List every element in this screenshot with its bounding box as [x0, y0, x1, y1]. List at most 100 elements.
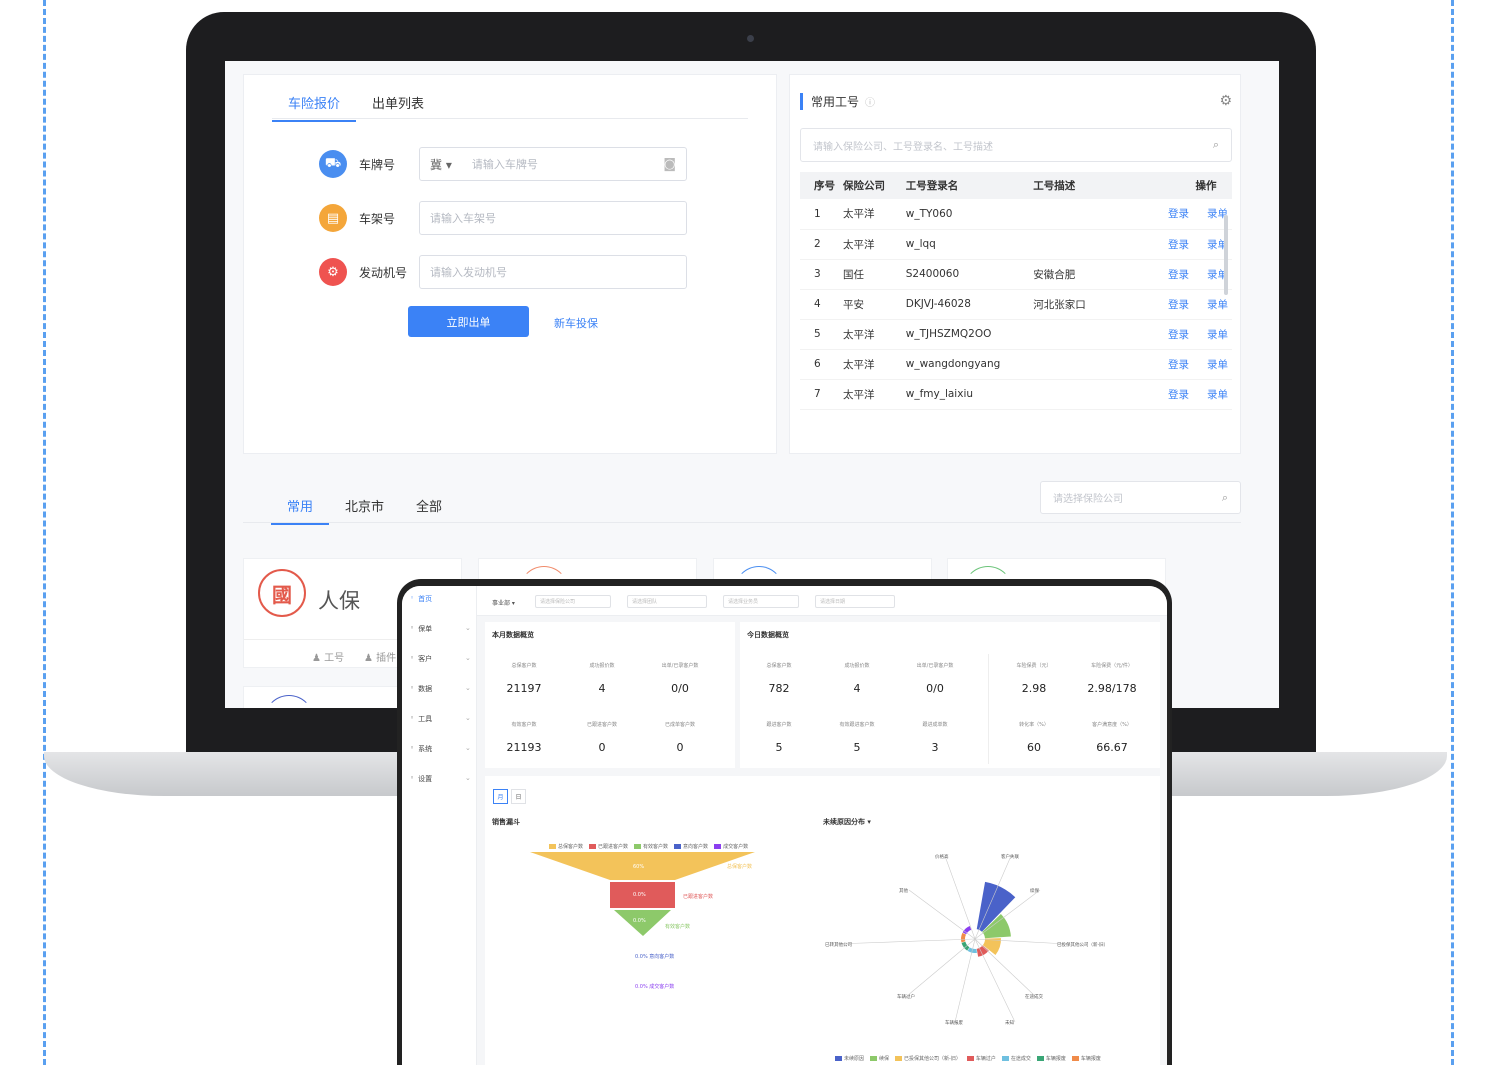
stat-value: 2.98 [1021, 682, 1047, 695]
company-tab-divider [243, 522, 1241, 523]
legend-item[interactable]: 在途成交 [1001, 1055, 1031, 1062]
sidebar-item-label: 客户 [418, 655, 433, 663]
sidebar-item[interactable]: ◦ 保单 ⌄ [410, 624, 471, 634]
tablet-sidebar: ◦ 首页 ◦ 保单 ⌄ ◦ 客户 ⌄ ◦ 数据 ⌄ ◦ 工具 ⌄ ◦ 系统 ⌄ ◦ 设置 ⌄ [402, 586, 477, 1065]
date-filter[interactable]: 请选择日期 [815, 595, 895, 608]
camera-icon[interactable]: ◙ [663, 157, 676, 172]
stat-label: 成功报价数 [589, 663, 615, 669]
login-link[interactable]: 登录 [1168, 299, 1189, 311]
settings-gear-icon[interactable]: ⚙ [1219, 93, 1232, 109]
plate-label: 车牌号 [359, 157, 396, 172]
funnel-stage-label: 有效客户数 [665, 923, 690, 930]
record-link[interactable]: 录单 [1207, 299, 1228, 311]
info-icon[interactable]: ⓘ [865, 98, 875, 109]
plate-placeholder: 请输入车牌号 [471, 158, 538, 171]
legend-label: 车辆报废 [1080, 1056, 1101, 1062]
engine-input[interactable]: 请输入发动机号 [419, 255, 687, 289]
stat-card: 跟进客户数 5 [740, 721, 818, 754]
cell-desc [1029, 379, 1144, 410]
work-id-panel: 常用工号 ⓘ ⚙ 请输入保险公司、工号登录名、工号描述 ⌕ 序号 保险公司 工号登… [789, 74, 1241, 454]
stat-label: 有效客户数 [511, 722, 537, 728]
stat-value: 5 [775, 741, 783, 754]
stat-label: 车险保费（元） [1016, 663, 1052, 669]
cell-login: w_TJHSZMQ2OO [901, 319, 1030, 350]
stat-value: 21197 [506, 682, 542, 695]
record-link[interactable]: 录单 [1207, 389, 1228, 401]
plate-input[interactable]: 冀 ▾ 请输入车牌号 ◙ [419, 147, 687, 181]
sidebar-item[interactable]: ◦ 设置 ⌄ [410, 774, 471, 784]
sidebar-item[interactable]: ◦ 客户 ⌄ [410, 654, 471, 664]
table-row: 6 太平洋 w_wangdongyang 登录 录单 [800, 349, 1232, 380]
stat-card: 已成单客户数 0 [641, 721, 719, 754]
chevron-down-icon: ⌄ [465, 624, 471, 632]
sidebar-item[interactable]: ◦ 工具 ⌄ [410, 714, 471, 724]
stat-card: 总保客户数 21197 [485, 662, 563, 695]
stat-label: 出单/已录客户数 [916, 663, 954, 669]
company-filter[interactable]: 请选择保险公司 [535, 595, 611, 608]
sidebar-item[interactable]: ◦ 系统 ⌄ [410, 744, 471, 754]
sidebar-item-label: 系统 [418, 745, 433, 753]
legend-label: 车辆报废 [1045, 1056, 1066, 1062]
login-link[interactable]: 登录 [1168, 269, 1189, 281]
legend-item[interactable]: 车辆过户 [966, 1055, 996, 1062]
charts-panel: 月 日 销售漏斗 总保客户数 已跟进客户数 有效客户数 意向客户数 成交客户数 60% 0… [485, 776, 1160, 1065]
login-link[interactable]: 登录 [1168, 329, 1189, 341]
work-id-search[interactable]: 请输入保险公司、工号登录名、工号描述 ⌕ [800, 128, 1232, 162]
login-link[interactable]: 登录 [1168, 359, 1189, 371]
legend-swatch [1036, 1056, 1044, 1061]
legend-item[interactable]: 续保 [870, 1055, 889, 1062]
switch-month[interactable]: 月 [493, 789, 508, 804]
rose-title[interactable]: 未续原因分布 ▾ [823, 817, 871, 827]
record-link[interactable]: 录单 [1207, 359, 1228, 371]
issue-now-button[interactable]: 立即出单 [408, 306, 529, 337]
new-car-insure-link[interactable]: 新车投保 [554, 315, 598, 331]
cell-login: S2400060 [901, 259, 1030, 290]
login-link[interactable]: 登录 [1168, 389, 1189, 401]
legend-swatch [966, 1056, 974, 1061]
cell-desc: 安徽合肥 [1029, 259, 1144, 290]
division-filter[interactable]: 事业部 ▾ [492, 598, 515, 607]
login-link[interactable]: 登录 [1168, 239, 1189, 251]
stat-label: 车险保费（元/件） [1091, 663, 1133, 669]
tab-all[interactable]: 全部 [400, 496, 458, 525]
search-icon[interactable]: ⌕ [1213, 138, 1219, 152]
cell-actions: 登录 录单 [1143, 319, 1232, 350]
stat-label: 总保客户数 [511, 663, 537, 669]
company-search[interactable]: 请选择保险公司 ⌕ [1040, 481, 1241, 514]
legend-item[interactable]: 车辆报废 [1071, 1055, 1101, 1062]
stat-value: 60 [1027, 741, 1041, 754]
card-action-workid[interactable]: ♟ 工号 [312, 649, 344, 664]
search-icon[interactable]: ⌕ [1222, 491, 1228, 505]
legend-item[interactable]: 车辆报废 [1036, 1055, 1066, 1062]
province-select[interactable]: 冀 ▾ [430, 156, 452, 173]
legend-item[interactable]: 未续原因 [835, 1055, 864, 1062]
rose-label: 续保 [1030, 887, 1039, 894]
tab-beijing[interactable]: 北京市 [329, 496, 400, 525]
sidebar-item[interactable]: ◦ 首页 [410, 594, 432, 604]
cell-company: 太平洋 [839, 229, 902, 260]
legend-item[interactable]: 已投保其他公司（新-旧） [895, 1055, 961, 1062]
stat-card: 成功报价数 4 [563, 662, 641, 695]
rose-label: 价格高 [935, 853, 949, 860]
funnel-stage-label: 0.0% 意向客户数 [635, 953, 674, 960]
stat-card: 车险保费（元/件） 2.98/178 [1073, 662, 1151, 695]
team-filter[interactable]: 请选择团队 [627, 595, 707, 608]
stat-card: 有效客户数 21193 [485, 721, 563, 754]
card-action-plugin[interactable]: ♟ 插件 [364, 649, 396, 664]
legend-swatch [895, 1056, 903, 1061]
cell-company: 国任 [839, 259, 902, 290]
frame-placeholder: 请输入车架号 [430, 212, 496, 225]
switch-day[interactable]: 日 [511, 789, 526, 804]
table-scrollbar[interactable] [1224, 215, 1228, 295]
leader-line [954, 938, 976, 1023]
salesman-filter[interactable]: 请选择业务员 [723, 595, 799, 608]
login-link[interactable]: 登录 [1168, 208, 1189, 220]
menu-icon: ◦ [410, 624, 415, 632]
record-link[interactable]: 录单 [1207, 329, 1228, 341]
cell-actions: 登录 录单 [1143, 289, 1232, 320]
right-dashed-guide [1451, 0, 1454, 1065]
province-value: 冀 [430, 157, 443, 172]
tab-common[interactable]: 常用 [271, 496, 330, 525]
frame-input[interactable]: 请输入车架号 [419, 201, 687, 235]
sidebar-item[interactable]: ◦ 数据 ⌄ [410, 684, 471, 694]
